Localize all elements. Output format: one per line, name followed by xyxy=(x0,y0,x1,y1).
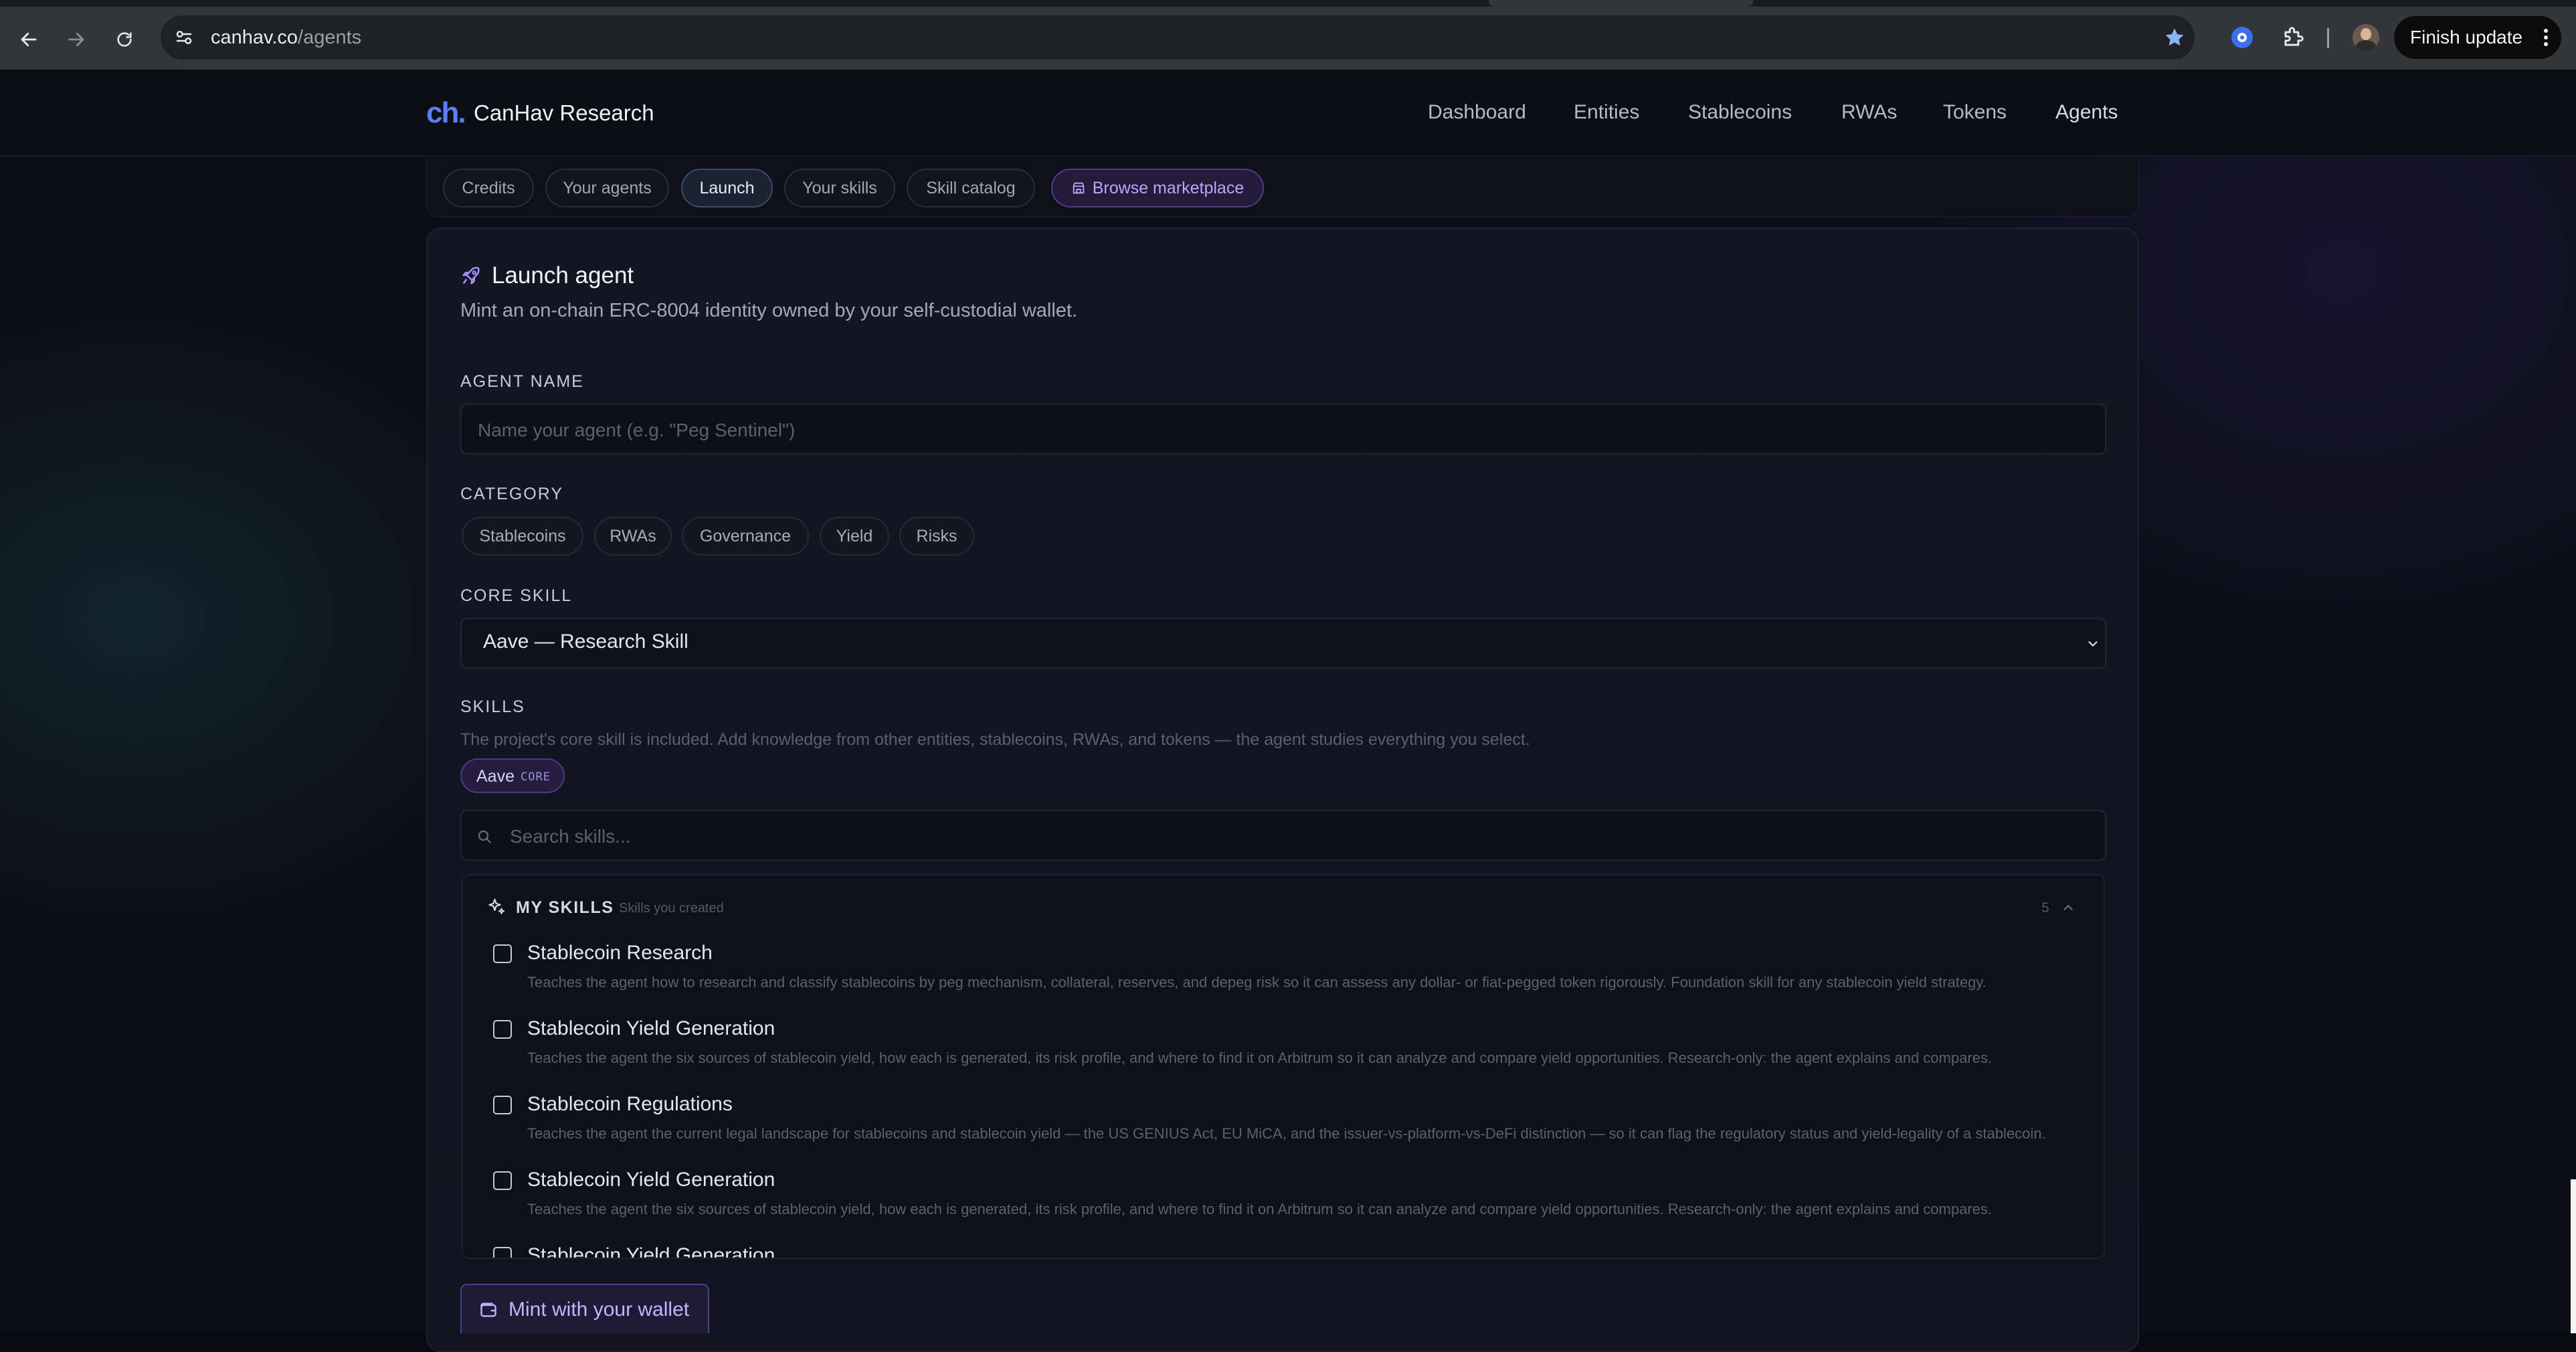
category-risks[interactable]: Risks xyxy=(899,517,974,556)
sparkles-icon xyxy=(488,898,505,914)
skills-search-input[interactable]: Search skills... xyxy=(460,810,2106,861)
chip-core-tag: CORE xyxy=(521,770,551,784)
skill-row-clipped: Stablecoin Yield Generation xyxy=(462,1245,2105,1258)
category-yield[interactable]: Yield xyxy=(820,517,889,556)
arrow-right-icon xyxy=(68,32,84,47)
nav-tokens[interactable]: Tokens xyxy=(1943,101,2007,124)
search-placeholder: Search skills... xyxy=(510,826,631,847)
agent-name-placeholder: Name your agent (e.g. "Peg Sentinel") xyxy=(478,420,796,440)
browser-tabstrip xyxy=(0,0,2576,7)
category-governance[interactable]: Governance xyxy=(682,517,809,556)
bookmark-star-icon[interactable] xyxy=(2163,26,2186,49)
nav-dashboard[interactable]: Dashboard xyxy=(1428,101,1526,124)
url-text: canhav.co/agents xyxy=(211,27,362,48)
skill-checkbox[interactable] xyxy=(493,1020,512,1039)
reload-icon xyxy=(117,32,132,47)
skills-label: SKILLS xyxy=(460,697,525,716)
card-title: Launch agent xyxy=(492,262,634,288)
nav-agents[interactable]: Agents xyxy=(2055,101,2118,124)
arrow-left-icon xyxy=(21,32,37,47)
chevron-down-icon xyxy=(2088,641,2098,647)
extensions-puzzle-icon[interactable] xyxy=(2280,25,2306,50)
extension-icon[interactable] xyxy=(2231,27,2253,48)
skill-description: Teaches the agent the current legal land… xyxy=(527,1125,2046,1142)
tab-your-agents[interactable]: Your agents xyxy=(545,169,669,207)
agent-name-label: AGENT NAME xyxy=(460,372,584,391)
more-vert-icon xyxy=(2544,29,2548,46)
core-skill-label: CORE SKILL xyxy=(460,586,573,605)
search-icon xyxy=(478,830,491,843)
profile-avatar[interactable] xyxy=(2353,24,2379,51)
chevron-up-icon[interactable] xyxy=(2061,900,2076,915)
finish-update-button[interactable]: Finish update xyxy=(2394,16,2561,59)
browse-marketplace-button[interactable]: Browse marketplace xyxy=(1051,169,1264,207)
tab-your-skills[interactable]: Your skills xyxy=(784,169,895,207)
skill-checkbox[interactable] xyxy=(493,1171,512,1190)
my-skills-subtitle: Skills you created xyxy=(619,901,724,916)
app-header: ch. CanHav Research Dashboard Entities S… xyxy=(0,70,2576,157)
agent-name-input[interactable]: Name your agent (e.g. "Peg Sentinel") xyxy=(460,404,2106,454)
page-scrollbar[interactable] xyxy=(2571,1179,2576,1333)
category-label: CATEGORY xyxy=(460,485,563,503)
skill-checkbox[interactable] xyxy=(493,944,512,963)
skill-name[interactable]: Stablecoin Regulations xyxy=(527,1093,733,1116)
store-icon xyxy=(1073,182,1084,194)
mint-with-wallet-button[interactable]: Mint with your wallet xyxy=(460,1284,709,1333)
brand-name[interactable]: CanHav Research xyxy=(474,100,654,126)
forward-button[interactable] xyxy=(61,24,92,55)
core-skill-value: Aave — Research Skill xyxy=(483,630,688,653)
core-skill-select[interactable] xyxy=(460,618,2106,669)
reload-button[interactable] xyxy=(109,24,140,55)
my-skills-title: MY SKILLS xyxy=(516,898,614,917)
browser-tab[interactable] xyxy=(1489,0,1753,7)
nav-stablecoins[interactable]: Stablecoins xyxy=(1688,101,1792,124)
tab-skill-catalog[interactable]: Skill catalog xyxy=(907,169,1035,207)
toolbar-divider xyxy=(2327,28,2329,48)
rocket-icon xyxy=(462,266,480,284)
tab-launch[interactable]: Launch xyxy=(681,169,773,207)
skill-checkbox[interactable] xyxy=(493,1247,512,1258)
skill-description: Teaches the agent how to research and cl… xyxy=(527,974,1987,991)
skill-checkbox[interactable] xyxy=(493,1096,512,1114)
skill-name[interactable]: Stablecoin Yield Generation xyxy=(527,1169,775,1191)
card-subtitle: Mint an on-chain ERC-8004 identity owned… xyxy=(460,300,1078,321)
skill-name[interactable]: Stablecoin Yield Generation xyxy=(527,1017,775,1040)
skills-hint: The project's core skill is included. Ad… xyxy=(460,730,1530,749)
browser-toolbar: canhav.co/agents Finish update xyxy=(0,7,2576,71)
back-button[interactable] xyxy=(13,24,44,55)
category-rwas[interactable]: RWAs xyxy=(594,517,672,556)
skill-description: Teaches the agent the six sources of sta… xyxy=(527,1201,1992,1217)
skill-name[interactable]: Stablecoin Yield Generation xyxy=(527,1245,775,1258)
chip-name: Aave xyxy=(476,767,515,786)
skill-description: Teaches the agent the six sources of sta… xyxy=(527,1049,1992,1066)
my-skills-count: 5 xyxy=(2041,900,2049,916)
mint-label: Mint with your wallet xyxy=(509,1298,690,1321)
logo[interactable]: ch. xyxy=(426,96,466,130)
nav-entities[interactable]: Entities xyxy=(1574,101,1639,124)
address-bar[interactable]: canhav.co/agents xyxy=(161,15,2195,60)
nav-rwas[interactable]: RWAs xyxy=(1841,101,1897,124)
site-settings-icon[interactable] xyxy=(174,27,194,48)
category-stablecoins[interactable]: Stablecoins xyxy=(462,517,583,556)
tab-credits[interactable]: Credits xyxy=(443,169,534,207)
wallet-icon xyxy=(480,1302,496,1317)
selected-skill-chip[interactable]: Aave CORE xyxy=(460,758,565,793)
skill-name[interactable]: Stablecoin Research xyxy=(527,942,713,964)
